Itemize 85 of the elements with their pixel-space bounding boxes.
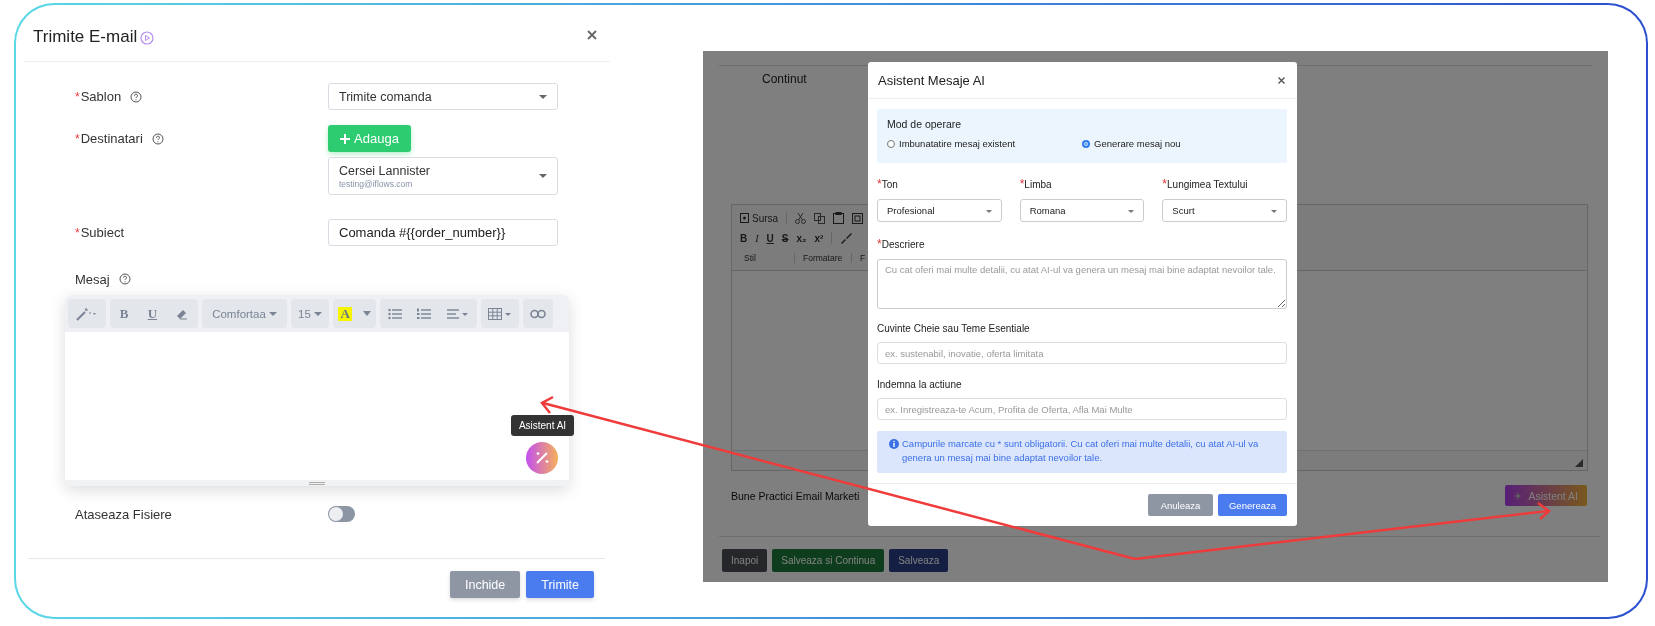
link-button[interactable] — [523, 299, 553, 328]
ai-assistant-button[interactable]: Asistent AI — [1505, 485, 1587, 506]
link-icon — [530, 308, 546, 319]
select-field[interactable]: Romana — [1019, 199, 1145, 222]
document-icon — [740, 213, 749, 224]
generate-button[interactable]: Genereaza — [1218, 494, 1287, 516]
field-label: Cuvinte Cheie sau Teme Esentiale — [877, 323, 1030, 334]
font-dropdown[interactable]: Comfortaa — [202, 299, 287, 328]
bulleted-list-icon[interactable] — [387, 307, 402, 320]
cut-icon[interactable] — [795, 212, 807, 224]
radio-option[interactable]: Generare mesaj nou — [1082, 138, 1277, 149]
toggle-switch[interactable] — [328, 506, 355, 522]
table-button[interactable] — [481, 299, 519, 328]
paste-icon[interactable] — [833, 212, 845, 225]
paste-icon[interactable] — [852, 212, 864, 225]
superscript-button[interactable]: x² — [814, 233, 824, 244]
field-label: Ataseaza Fisiere — [75, 507, 172, 522]
magic-wand-button[interactable] — [68, 299, 106, 328]
close-button[interactable]: Inchide — [449, 571, 521, 598]
numbered-list-icon[interactable] — [417, 307, 432, 320]
save-continue-button[interactable]: Salveaza si Continua — [772, 549, 885, 572]
field-label: Limba — [1024, 179, 1052, 190]
table-icon — [488, 307, 512, 320]
info-message: Campurile marcate cu * sunt obligatorii. Cu cat oferi mai multe detalii, cu atat AI-ul va genera un mesaj mai bine adaptat nevoilor tale. — [902, 437, 1260, 465]
mode-label: Mod de operare — [887, 117, 963, 131]
field-label: Indemna la actiune — [877, 379, 962, 390]
underline-button[interactable]: U — [766, 233, 774, 244]
help-icon[interactable] — [118, 273, 131, 285]
required-mark: * — [1162, 177, 1167, 191]
magic-wand-icon — [75, 306, 99, 321]
help-icon[interactable] — [130, 90, 143, 103]
italic-button[interactable]: I — [755, 233, 759, 244]
field-label: Subiect — [80, 225, 125, 240]
required-mark: * — [75, 225, 80, 240]
field-label: Lungimea Textului — [1167, 179, 1248, 190]
field-label: Descriere — [881, 239, 925, 250]
required-mark: * — [877, 177, 882, 191]
field-label: Ton — [881, 179, 898, 190]
bold-button[interactable]: B — [119, 305, 129, 322]
template-select[interactable]: Trimite comanda — [328, 83, 558, 110]
required-mark: * — [877, 237, 882, 251]
magic-wand-icon[interactable] — [526, 442, 558, 474]
field-label: Sablon — [80, 89, 122, 104]
field-label: Destinatari — [80, 131, 143, 146]
info-icon — [889, 439, 899, 449]
bold-button[interactable]: B — [740, 233, 748, 244]
style-dropdown[interactable]: Stil — [740, 252, 795, 263]
plus-icon — [340, 133, 351, 144]
call-to-action-field[interactable]: ex. Inregistreaza-te Acum, Profita de Oferta, Afla Mai Multe — [877, 398, 1287, 420]
dialog-title: Trimite E-mail — [33, 27, 138, 47]
underline-button[interactable]: U — [147, 305, 158, 322]
font-size-dropdown[interactable]: 15 — [291, 299, 329, 328]
tooltip: Asistent AI — [511, 415, 574, 436]
required-mark: * — [1019, 177, 1025, 191]
align-icon[interactable] — [447, 307, 470, 320]
practices-label: Bune Practici Email Marketi — [731, 489, 860, 502]
keywords-field[interactable]: ex. sustenabil, inovatie, oferta limitata — [877, 342, 1287, 364]
select-field[interactable]: Scurt — [1162, 199, 1287, 222]
back-button[interactable]: Inapoi — [722, 549, 768, 572]
select-field[interactable]: Profesional — [877, 199, 1002, 222]
send-button[interactable]: Trimite — [526, 571, 594, 598]
content-label: Continut — [762, 72, 807, 86]
source-button[interactable]: Sursa — [740, 212, 779, 224]
text-color-button[interactable]: A — [338, 306, 352, 321]
required-mark: * — [75, 89, 80, 104]
caret-icon[interactable] — [362, 311, 371, 316]
radio-option[interactable]: Imbunatatire mesaj existent — [887, 138, 1082, 149]
copy-icon[interactable] — [814, 212, 826, 224]
required-mark: * — [75, 131, 80, 146]
play-icon[interactable] — [140, 31, 155, 45]
subject-field[interactable]: Comanda #{{order_number}} — [328, 219, 558, 246]
cancel-button[interactable]: Anuleaza — [1148, 494, 1213, 516]
description-field[interactable]: Cu cat oferi mai multe detalii, cu atat AI-ul va genera un mesaj mai bine adaptat nevoilor tale. — [877, 259, 1287, 309]
brush-icon[interactable] — [840, 232, 853, 245]
recipient-select[interactable]: Cersei Lannister testing@iflows.com — [328, 157, 558, 195]
field-label: Mesaj — [75, 271, 110, 287]
strikethrough-button[interactable]: S — [781, 233, 789, 244]
save-button[interactable]: Salveaza — [889, 549, 949, 572]
close-icon[interactable] — [1278, 76, 1285, 84]
eraser-icon[interactable] — [176, 307, 189, 320]
close-icon[interactable] — [587, 30, 597, 40]
subscript-button[interactable]: x₂ — [796, 233, 807, 244]
modal-title: Asistent Mesaje AI — [878, 72, 985, 88]
format-dropdown[interactable]: Formatare — [799, 252, 852, 263]
help-icon[interactable] — [151, 132, 164, 145]
